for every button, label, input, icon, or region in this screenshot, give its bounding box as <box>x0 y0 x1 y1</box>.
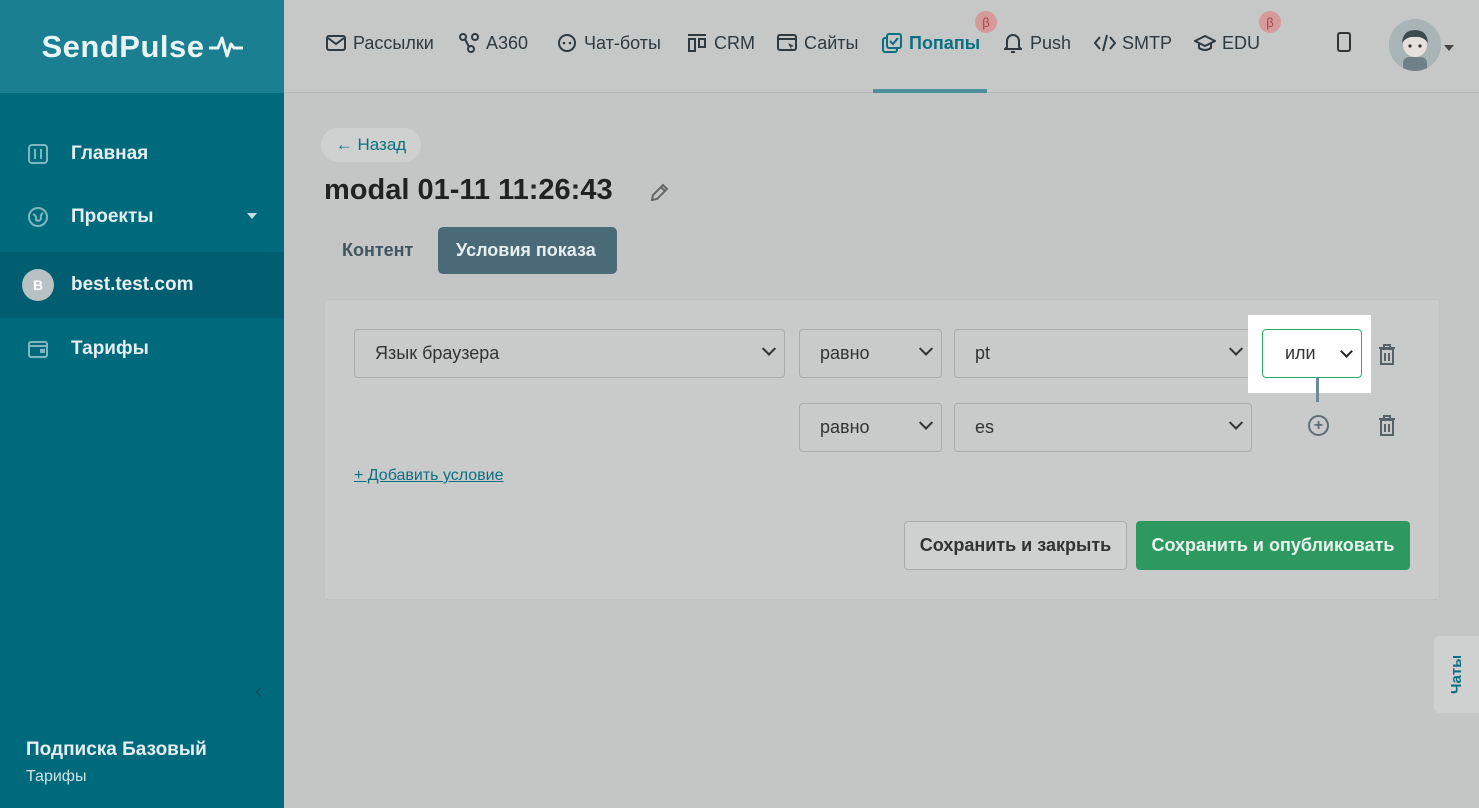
sidebar: SendPulse Главная Проекты B best.test.co… <box>0 0 284 808</box>
save-and-close-button[interactable]: Сохранить и закрыть <box>904 521 1127 570</box>
nav-item-push[interactable]: Push <box>1002 30 1071 56</box>
project-avatar: B <box>22 269 54 301</box>
chats-label: Чаты <box>1447 654 1465 695</box>
page-title: modal 01-11 11:26:43 <box>324 174 613 206</box>
popup-icon <box>881 32 903 54</box>
logo-area[interactable]: SendPulse <box>0 0 284 93</box>
nav-item-popups[interactable]: Попапы <box>881 30 980 56</box>
website-icon <box>776 32 798 54</box>
save-and-publish-button[interactable]: Сохранить и опубликовать <box>1136 521 1410 570</box>
subscription-tariffs-link[interactable]: Тарифы <box>26 768 86 786</box>
nav-item-edu[interactable]: EDU <box>1194 30 1260 56</box>
chevron-down-icon <box>1228 415 1244 430</box>
code-icon <box>1094 32 1116 54</box>
chats-tab[interactable]: Чаты <box>1434 636 1479 713</box>
sidebar-item-tariffs[interactable]: Тарифы <box>0 316 284 382</box>
nav-item-websites[interactable]: Сайты <box>776 30 858 56</box>
avatar[interactable] <box>1389 19 1441 71</box>
logo-text: SendPulse <box>41 28 205 64</box>
condition-connector-line <box>1316 378 1319 402</box>
nav-item-label: EDU <box>1222 32 1261 53</box>
chevron-down-icon <box>247 213 257 219</box>
chevron-down-icon <box>918 415 934 430</box>
sendpulse-logo[interactable]: SendPulse <box>42 29 243 65</box>
nav-item-label: Сайты <box>804 32 859 53</box>
back-button[interactable]: ← Назад <box>321 128 421 162</box>
globe-icon <box>26 205 50 229</box>
sidebar-item-label: Проекты <box>71 206 154 227</box>
dashboard-icon <box>26 142 50 166</box>
select-value: es <box>975 417 995 437</box>
nav-item-label: SMTP <box>1122 32 1173 53</box>
wallet-icon <box>26 337 50 361</box>
chevron-down-icon <box>918 341 934 356</box>
select-value: равно <box>820 343 870 363</box>
pencil-icon[interactable] <box>648 182 670 204</box>
active-tab-indicator <box>873 89 987 93</box>
sidebar-item-label: best.test.com <box>71 274 194 295</box>
nav-item-label: А360 <box>486 32 529 53</box>
sidebar-item-label: Тарифы <box>71 338 149 359</box>
tab-display-conditions[interactable]: Условия показа <box>438 227 617 274</box>
top-navigation: Рассылки А360 Чат-боты CRM Сайты Попапы … <box>284 0 1479 93</box>
condition-value-select[interactable]: pt <box>954 329 1252 378</box>
mobile-app-icon[interactable] <box>1337 32 1351 52</box>
nav-item-label: Push <box>1030 32 1072 53</box>
select-value: равно <box>820 417 870 437</box>
automation-icon <box>458 32 480 54</box>
nav-item-label: Попапы <box>909 32 981 53</box>
nav-item-label: CRM <box>714 32 755 53</box>
trash-icon[interactable] <box>1377 344 1397 366</box>
nav-item-chatbots[interactable]: Чат-боты <box>556 30 661 56</box>
chevron-down-icon <box>761 341 777 356</box>
select-value: Язык браузера <box>375 343 500 363</box>
select-value: pt <box>975 343 991 363</box>
add-value-icon[interactable]: + <box>1308 415 1329 436</box>
graduation-cap-icon <box>1194 32 1216 54</box>
trash-icon[interactable] <box>1377 415 1397 437</box>
condition-operator-select[interactable]: равно <box>799 329 942 378</box>
nav-item-crm[interactable]: CRM <box>686 30 755 56</box>
mail-icon <box>325 32 347 54</box>
tab-content[interactable]: Контент <box>324 227 431 274</box>
condition-operator-select[interactable]: равно <box>799 403 942 452</box>
nav-item-campaigns[interactable]: Рассылки <box>325 30 434 56</box>
nav-item-smtp[interactable]: SMTP <box>1094 30 1172 56</box>
sidebar-item-home[interactable]: Главная <box>0 121 284 187</box>
collapse-sidebar-icon[interactable]: ‹ <box>255 680 273 702</box>
sidebar-item-label: Главная <box>71 143 149 164</box>
bell-icon <box>1002 32 1024 54</box>
chevron-down-icon <box>1228 341 1244 356</box>
add-condition-link[interactable]: + Добавить условие <box>354 467 504 485</box>
logic-operator-select[interactable]: или <box>1262 329 1362 378</box>
condition-field-select[interactable]: Язык браузера <box>354 329 785 378</box>
nav-item-a360[interactable]: А360 <box>458 30 528 56</box>
beta-badge: β <box>975 11 997 33</box>
sidebar-item-project-best-test[interactable]: B best.test.com <box>0 252 284 318</box>
select-value: или <box>1285 343 1316 363</box>
chevron-down-icon[interactable] <box>1444 45 1454 51</box>
nav-item-label: Чат-боты <box>584 32 661 53</box>
user-avatar-icon <box>1389 19 1441 71</box>
sidebar-item-projects[interactable]: Проекты <box>0 184 284 250</box>
nav-item-label: Рассылки <box>353 32 434 53</box>
beta-badge: β <box>1259 11 1281 33</box>
chatbot-icon <box>556 32 578 54</box>
condition-value-select[interactable]: es <box>954 403 1252 452</box>
chevron-down-icon <box>1340 345 1353 358</box>
crm-icon <box>686 32 708 54</box>
pulse-icon <box>208 36 243 57</box>
subscription-title: Подписка Базовый <box>26 739 207 760</box>
